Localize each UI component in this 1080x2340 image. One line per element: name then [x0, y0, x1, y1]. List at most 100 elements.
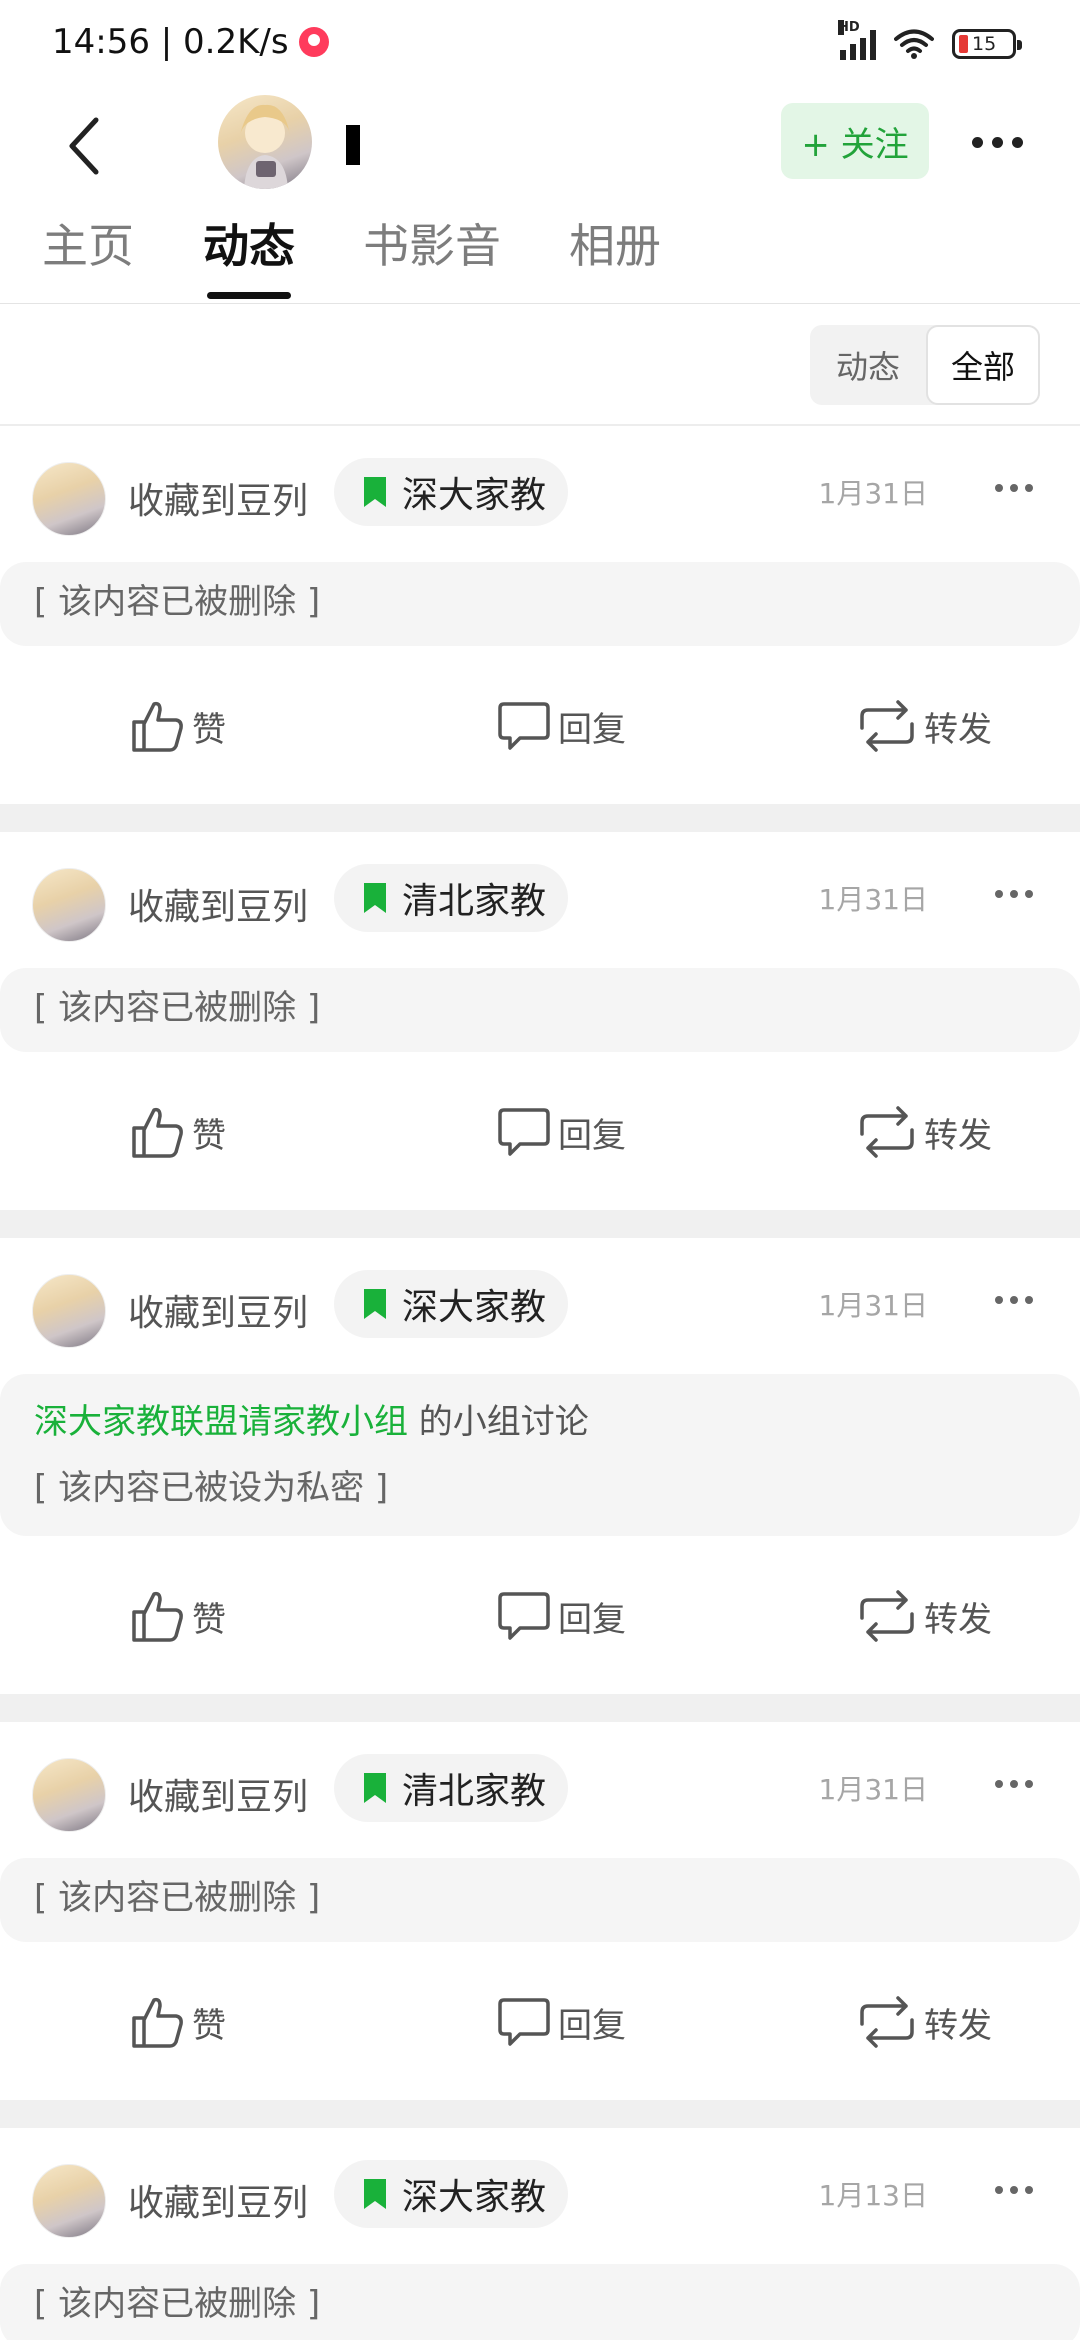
share-label: 转发 [924, 1599, 992, 1640]
post-more-button[interactable] [984, 1764, 1044, 1804]
chevron-left-icon [69, 117, 99, 175]
tab-home[interactable]: 主页 [42, 210, 134, 276]
tab-books-movies-music[interactable]: 书影音 [363, 210, 501, 276]
post-actions: 赞 回复 转发 [0, 1942, 1080, 2100]
thumbs-up-icon [132, 701, 183, 752]
comment-icon [498, 1998, 550, 2046]
cell-signal-icon: HD [838, 20, 876, 60]
more-options-button[interactable] [962, 117, 1032, 167]
post-card: 收藏到豆列 清北家教 1月31日 [ 该内容已被删除 ] 赞 回复 转发 [0, 1722, 1080, 2128]
reply-button[interactable]: 回复 [496, 1994, 626, 2050]
doulist-name: 深大家教 [402, 475, 547, 516]
post-header: 收藏到豆列 深大家教 1月31日 [0, 426, 1080, 562]
comment-icon [498, 702, 550, 750]
avatar[interactable] [32, 868, 106, 942]
post-header: 收藏到豆列 深大家教 1月13日 [0, 2128, 1080, 2264]
post-content[interactable]: [ 该内容已被删除 ] [0, 2264, 1080, 2340]
doulist-name: 清北家教 [402, 1771, 547, 1812]
post-content-text: [ 该内容已被删除 ] [34, 988, 321, 1028]
post-action-text: 收藏到豆列 [128, 481, 309, 522]
post-action-text: 收藏到豆列 [128, 2183, 309, 2224]
post-content[interactable]: [ 该内容已被删除 ] [0, 1858, 1080, 1942]
bookmark-icon [364, 1289, 386, 1319]
share-button[interactable]: 转发 [856, 698, 992, 754]
doulist-tag[interactable]: 深大家教 [334, 458, 569, 526]
profile-header: + 关注 [0, 95, 1080, 195]
doulist-tag[interactable]: 深大家教 [334, 2160, 569, 2228]
back-button[interactable] [58, 113, 108, 179]
reply-button[interactable]: 回复 [496, 1588, 626, 1644]
post-content[interactable]: [ 该内容已被删除 ] [0, 968, 1080, 1052]
like-button[interactable]: 赞 [130, 1994, 226, 2050]
post-content-text: [ 该内容已被设为私密 ] [34, 1468, 389, 1508]
bookmark-icon [364, 883, 386, 913]
like-button[interactable]: 赞 [130, 698, 226, 754]
share-button[interactable]: 转发 [856, 1588, 992, 1644]
doulist-name: 深大家教 [402, 2177, 547, 2218]
share-button[interactable]: 转发 [856, 1104, 992, 1160]
filter-option-all[interactable]: 全部 [926, 325, 1040, 405]
repost-icon [860, 1996, 914, 2048]
post-more-button[interactable] [984, 1280, 1044, 1320]
doulist-tag[interactable]: 深大家教 [334, 1270, 569, 1338]
filter-option-activity[interactable]: 动态 [810, 325, 926, 405]
avatar[interactable] [218, 95, 312, 189]
repost-icon [860, 1106, 914, 1158]
group-discussion-line: 深大家教联盟请家教小组 的小组讨论 [34, 1396, 1048, 1448]
status-left: 14:56 | 0.2K/s [52, 22, 329, 62]
post-content[interactable]: 深大家教联盟请家教小组 的小组讨论 [ 该内容已被设为私密 ] [0, 1374, 1080, 1536]
post-actions: 赞 回复 转发 [0, 1536, 1080, 1694]
post-content[interactable]: [ 该内容已被删除 ] [0, 562, 1080, 646]
share-label: 转发 [924, 709, 992, 750]
like-button[interactable]: 赞 [130, 1104, 226, 1160]
tab-activity[interactable]: 动态 [203, 210, 295, 276]
post-action-text: 收藏到豆列 [128, 887, 309, 928]
reply-button[interactable]: 回复 [496, 1104, 626, 1160]
doulist-name: 清北家教 [402, 881, 547, 922]
comment-icon [498, 1592, 550, 1640]
avatar[interactable] [32, 1274, 106, 1348]
battery-fill [959, 35, 968, 53]
battery-level: 15 [972, 33, 997, 55]
doulist-name: 深大家教 [402, 1287, 547, 1328]
post-date: 1月31日 [818, 477, 928, 510]
post-action-text: 收藏到豆列 [128, 1293, 309, 1334]
share-button[interactable]: 转发 [856, 1994, 992, 2050]
dot [991, 136, 1003, 148]
doulist-tag[interactable]: 清北家教 [334, 864, 569, 932]
follow-button[interactable]: + 关注 [781, 103, 929, 179]
dot [1011, 136, 1023, 148]
status-time-speed: 14:56 | 0.2K/s [52, 22, 289, 62]
thumbs-up-icon [132, 1997, 183, 2048]
active-tab-indicator [207, 292, 291, 299]
thumbs-up-icon [132, 1591, 183, 1642]
tab-album[interactable]: 相册 [569, 210, 661, 276]
post-date: 1月31日 [818, 1289, 928, 1322]
reply-label: 回复 [558, 709, 626, 750]
filter-segmented-control: 动态 全部 [810, 325, 1040, 405]
wifi-icon [894, 29, 934, 59]
avatar[interactable] [32, 1758, 106, 1832]
post-more-button[interactable] [984, 468, 1044, 508]
profile-tabs: 主页 动态 书影音 相册 [0, 198, 1080, 304]
post-content-text: [ 该内容已被删除 ] [34, 582, 321, 622]
like-label: 赞 [192, 709, 226, 750]
avatar[interactable] [32, 462, 106, 536]
bookmark-icon [364, 1773, 386, 1803]
group-link[interactable]: 深大家教联盟请家教小组 [34, 1402, 408, 1442]
post-more-button[interactable] [984, 2170, 1044, 2210]
like-label: 赞 [192, 1599, 226, 1640]
reply-label: 回复 [558, 1115, 626, 1156]
thumbs-up-icon [132, 1107, 183, 1158]
avatar[interactable] [32, 2164, 106, 2238]
dot [971, 136, 983, 148]
like-button[interactable]: 赞 [130, 1588, 226, 1644]
post-more-button[interactable] [984, 874, 1044, 914]
activity-feed: 收藏到豆列 深大家教 1月31日 [ 该内容已被删除 ] 赞 回复 转发 收藏到… [0, 426, 1080, 2340]
doulist-tag[interactable]: 清北家教 [334, 1754, 569, 1822]
network-label: HD [838, 20, 860, 35]
like-label: 赞 [192, 2005, 226, 2046]
share-label: 转发 [924, 1115, 992, 1156]
reply-button[interactable]: 回复 [496, 698, 626, 754]
battery-icon: 15 [952, 29, 1022, 59]
